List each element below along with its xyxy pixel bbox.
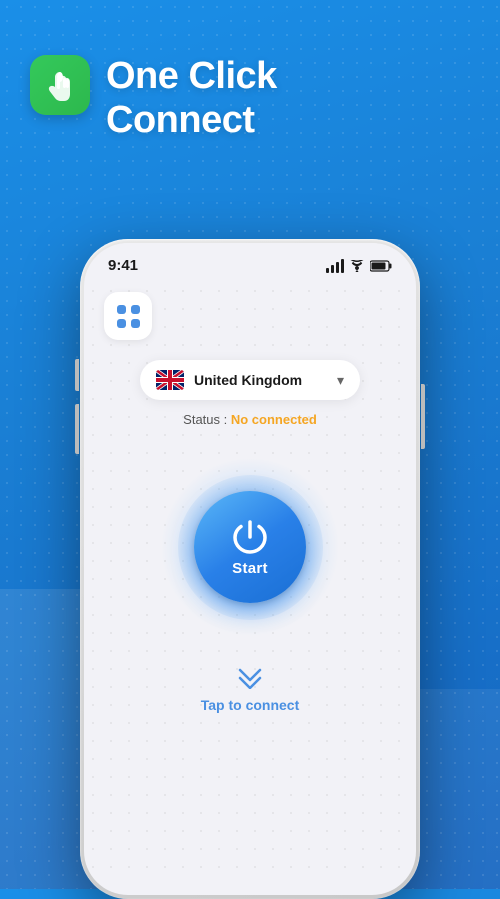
side-button-power: [421, 384, 425, 449]
tap-to-connect-section[interactable]: Tap to connect: [201, 667, 300, 713]
start-button[interactable]: Start: [194, 491, 306, 603]
phone-screen: 9:41: [84, 243, 416, 895]
power-button-container: Start: [160, 457, 340, 637]
status-time: 9:41: [108, 257, 138, 274]
side-button-volume: [75, 404, 79, 454]
chevron-down-icon: ▾: [337, 372, 344, 389]
connection-status: Status : No connected: [183, 412, 317, 427]
menu-button[interactable]: [104, 292, 152, 340]
header-title: One Click Connect: [106, 55, 277, 142]
power-icon: [231, 518, 269, 556]
battery-icon: [370, 260, 392, 272]
title-line1: One Click: [106, 55, 277, 97]
app-icon: [30, 55, 90, 115]
tap-chevrons-icon: [235, 667, 265, 693]
menu-dots-grid: [115, 303, 142, 330]
menu-dot-1: [117, 305, 126, 314]
touch-icon: [43, 68, 77, 102]
signal-icon: [326, 259, 344, 273]
header: One Click Connect: [0, 0, 500, 162]
country-name: United Kingdom: [194, 372, 327, 388]
status-label: Status :: [183, 412, 231, 427]
country-selector[interactable]: United Kingdom ▾: [140, 360, 360, 400]
status-value: No connected: [231, 412, 317, 427]
power-glow-outer: Start: [160, 457, 340, 637]
tap-to-connect-label: Tap to connect: [201, 697, 300, 713]
status-icons: [326, 259, 392, 273]
menu-dot-2: [131, 305, 140, 314]
power-glow-inner: Start: [178, 475, 323, 620]
app-content: United Kingdom ▾ Status : No connected: [84, 282, 416, 884]
phone-mockup: 9:41: [80, 239, 420, 899]
side-button-volume-silent: [75, 359, 79, 391]
title-line2: Connect: [106, 99, 255, 141]
phone-frame: 9:41: [80, 239, 420, 899]
menu-dot-4: [131, 319, 140, 328]
start-label: Start: [232, 560, 268, 577]
status-bar: 9:41: [84, 243, 416, 282]
wifi-icon: [349, 260, 365, 272]
menu-dot-3: [117, 319, 126, 328]
uk-flag-icon: [156, 370, 184, 390]
